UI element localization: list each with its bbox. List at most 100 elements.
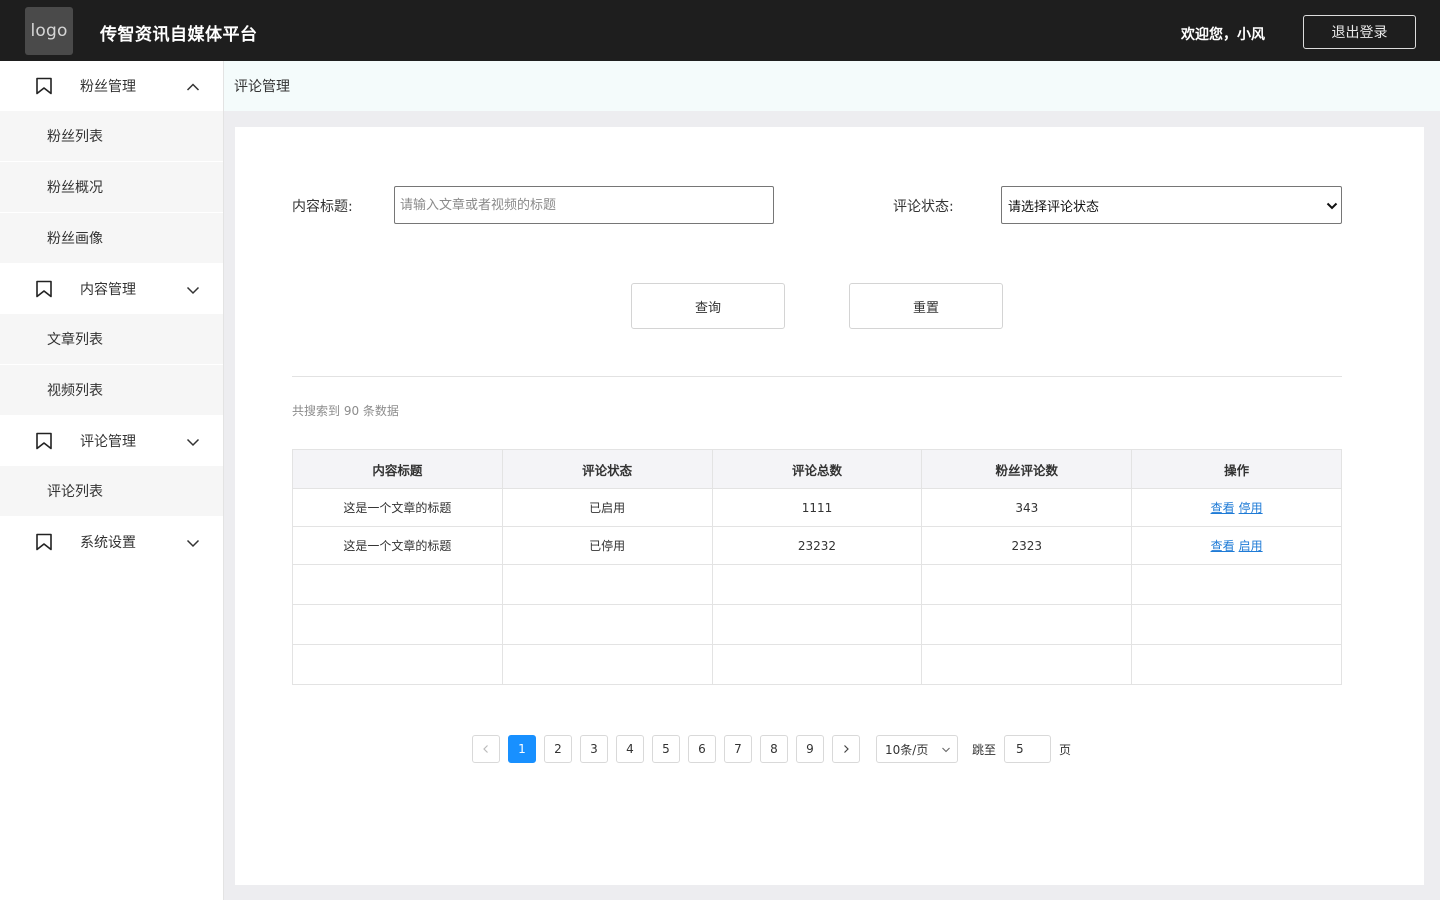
empty-cell — [921, 564, 1133, 605]
sidebar-item-fans-list[interactable]: 粉丝列表 — [0, 111, 223, 162]
page-button-9[interactable]: 9 — [796, 735, 824, 763]
title-filter-label: 内容标题: — [292, 199, 353, 215]
sidebar-group-settings[interactable]: 系统设置 — [0, 517, 223, 567]
sidebar-item-fans-portrait[interactable]: 粉丝画像 — [0, 213, 223, 264]
page-button-5[interactable]: 5 — [652, 735, 680, 763]
sidebar-group-label: 粉丝管理 — [80, 79, 136, 95]
status-filter-label: 评论状态: — [893, 199, 954, 215]
page-title: 评论管理 — [234, 79, 290, 95]
empty-cell — [1131, 564, 1342, 605]
page-size-value: 10条/页 — [885, 742, 929, 757]
empty-cell — [921, 644, 1133, 685]
empty-cell — [292, 604, 503, 645]
cell-actions: 查看 启用 — [1131, 526, 1342, 565]
empty-cell — [711, 604, 923, 645]
empty-cell — [292, 644, 503, 685]
view-link[interactable]: 查看 — [1211, 539, 1235, 553]
title-search-input[interactable] — [394, 186, 774, 224]
page-button-6[interactable]: 6 — [688, 735, 716, 763]
jump-label: 跳至 — [972, 743, 997, 757]
sidebar-group-label: 系统设置 — [80, 535, 136, 551]
column-header: 粉丝评论数 — [921, 449, 1133, 489]
table-row: 这是一个文章的标题 已启用 1111 343 查看 停用 — [292, 488, 1342, 527]
prev-page-button[interactable] — [472, 735, 500, 763]
chevron-down-icon — [942, 747, 950, 753]
result-count: 共搜索到 90 条数据 — [292, 404, 399, 418]
sidebar-item-fans-overview[interactable]: 粉丝概况 — [0, 162, 223, 213]
column-header: 内容标题 — [292, 449, 503, 489]
view-link[interactable]: 查看 — [1211, 501, 1235, 515]
sidebar-item-comment-list[interactable]: 评论列表 — [0, 466, 223, 517]
disable-link[interactable]: 停用 — [1239, 501, 1263, 515]
status-select-value: 请选择评论状态 — [1008, 199, 1100, 215]
empty-cell — [501, 644, 713, 685]
top-header: logo 传智资讯自媒体平台 欢迎您，小风 退出登录 — [0, 0, 1440, 61]
empty-row — [292, 564, 1342, 605]
sidebar-group-fans[interactable]: 粉丝管理 — [0, 61, 223, 111]
app-title: 传智资讯自媒体平台 — [100, 25, 258, 45]
page-button-1[interactable]: 1 — [508, 735, 536, 763]
sidebar-item-video-list[interactable]: 视频列表 — [0, 365, 223, 416]
column-header: 评论状态 — [501, 449, 713, 489]
bookmark-icon — [36, 77, 52, 95]
table-row: 这是一个文章的标题 已停用 23232 2323 查看 启用 — [292, 526, 1342, 565]
sidebar-group-content[interactable]: 内容管理 — [0, 264, 223, 314]
page-button-4[interactable]: 4 — [616, 735, 644, 763]
breadcrumb: 评论管理 — [224, 61, 1440, 111]
page-button-8[interactable]: 8 — [760, 735, 788, 763]
logout-button[interactable]: 退出登录 — [1303, 15, 1416, 49]
chevron-down-icon — [186, 539, 200, 548]
cell-actions: 查看 停用 — [1131, 488, 1342, 527]
cell-title: 这是一个文章的标题 — [292, 488, 503, 527]
empty-cell — [1131, 644, 1342, 685]
bookmark-icon — [36, 280, 52, 298]
cell-status: 已停用 — [501, 526, 713, 565]
chevron-down-icon — [1326, 202, 1338, 210]
sidebar-group-label: 评论管理 — [80, 434, 136, 450]
empty-cell — [921, 604, 1133, 645]
empty-row — [292, 604, 1342, 645]
bookmark-icon — [36, 432, 52, 450]
empty-cell — [711, 644, 923, 685]
chevron-down-icon — [186, 286, 200, 295]
column-header: 操作 — [1131, 449, 1342, 489]
page-button-7[interactable]: 7 — [724, 735, 752, 763]
empty-cell — [292, 564, 503, 605]
welcome-text: 欢迎您，小风 — [1181, 27, 1265, 43]
enable-link[interactable]: 启用 — [1239, 539, 1263, 553]
reset-button[interactable]: 重置 — [849, 283, 1003, 329]
cell-fans: 2323 — [921, 526, 1133, 565]
chevron-left-icon — [483, 745, 488, 753]
page-button-2[interactable]: 2 — [544, 735, 572, 763]
bookmark-icon — [36, 533, 52, 551]
logo: logo — [25, 7, 73, 55]
sidebar-group-label: 内容管理 — [80, 282, 136, 298]
chevron-down-icon — [186, 438, 200, 447]
next-page-button[interactable] — [832, 735, 860, 763]
empty-cell — [711, 564, 923, 605]
page-size-select[interactable]: 10条/页 — [876, 735, 958, 763]
page-button-3[interactable]: 3 — [580, 735, 608, 763]
empty-cell — [501, 564, 713, 605]
cell-status: 已启用 — [501, 488, 713, 527]
table-header-row: 内容标题 评论状态 评论总数 粉丝评论数 操作 — [292, 449, 1342, 489]
sidebar: 粉丝管理 粉丝列表 粉丝概况 粉丝画像 内容管理 文章列表 视频列表 评论管理 … — [0, 61, 224, 900]
column-header: 评论总数 — [711, 449, 923, 489]
empty-cell — [501, 604, 713, 645]
chevron-right-icon — [844, 745, 849, 753]
page-suffix: 页 — [1059, 743, 1072, 757]
cell-fans: 343 — [921, 488, 1133, 527]
sidebar-group-comments[interactable]: 评论管理 — [0, 416, 223, 466]
divider — [292, 376, 1342, 377]
status-select[interactable]: 请选择评论状态 — [1001, 186, 1342, 224]
cell-total: 1111 — [711, 488, 923, 527]
empty-row — [292, 644, 1342, 685]
query-button[interactable]: 查询 — [631, 283, 785, 329]
cell-title: 这是一个文章的标题 — [292, 526, 503, 565]
empty-cell — [1131, 604, 1342, 645]
chevron-up-icon — [186, 83, 200, 91]
jump-page-input[interactable] — [1004, 735, 1051, 763]
sidebar-item-article-list[interactable]: 文章列表 — [0, 314, 223, 365]
cell-total: 23232 — [711, 526, 923, 565]
comment-table: 内容标题 评论状态 评论总数 粉丝评论数 操作 这是一个文章的标题 已启用 11… — [292, 449, 1342, 685]
